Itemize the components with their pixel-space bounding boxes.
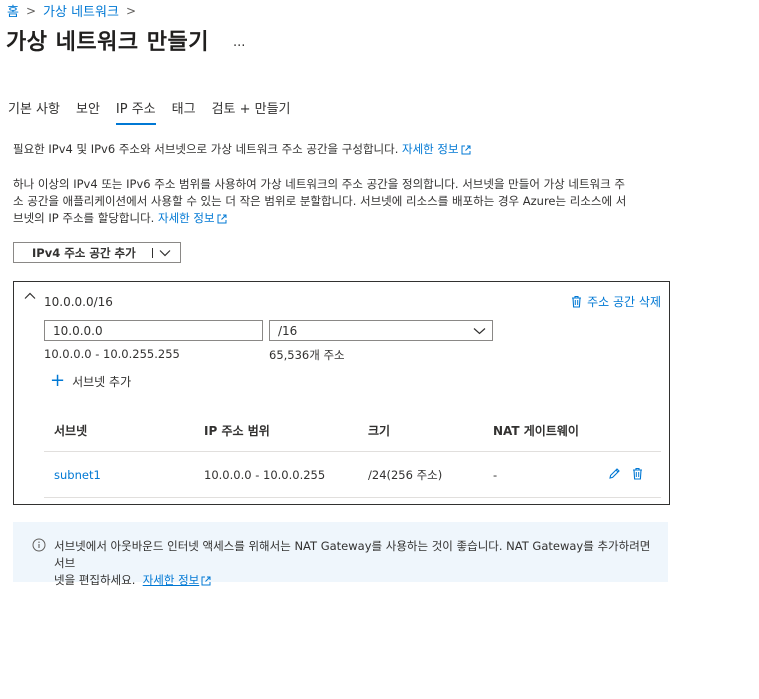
- trash-icon: [633, 467, 642, 480]
- tab-security[interactable]: 보안: [68, 96, 108, 125]
- plus-icon: +: [50, 370, 66, 391]
- table-row: subnet1 10.0.0.0 - 10.0.0.255 /24(256 주소…: [44, 452, 661, 498]
- chevron-up-icon[interactable]: [24, 292, 36, 300]
- intro-text-2b: 소 공간을 애플리케이션에서 사용할 수 있는 더 작은 범위로 분할합니다. …: [13, 194, 627, 208]
- breadcrumb-separator: >: [25, 3, 37, 18]
- intro-text-2a: 하나 이상의 IPv4 또는 IPv6 주소 범위를 사용하여 가상 네트워크의…: [13, 177, 625, 191]
- address-range-text: 10.0.0.0 - 10.0.255.255: [44, 347, 180, 361]
- intro-paragraph-2: 하나 이상의 IPv4 또는 IPv6 주소 범위를 사용하여 가상 네트워크의…: [13, 176, 673, 227]
- column-header-size: 크기: [368, 424, 391, 438]
- tab-ip-addresses[interactable]: IP 주소: [108, 96, 164, 125]
- start-address-input[interactable]: [44, 320, 263, 341]
- address-prefix-value: /16: [278, 323, 298, 338]
- chevron-down-icon: [473, 327, 486, 334]
- address-space-card: 10.0.0.0/16 주소 공간 삭제 /16 10.0.0.0 - 10.0…: [13, 281, 670, 505]
- breadcrumb-vnet-link[interactable]: 가상 네트워크: [43, 1, 119, 20]
- learn-more-link-1-label: 자세한 정보: [402, 142, 459, 156]
- add-ipv4-address-space-label: IPv4 주소 공간 추가: [32, 245, 136, 260]
- learn-more-link-2-label: 자세한 정보: [157, 211, 215, 225]
- title-row: 가상 네트워크 만들기 ...: [6, 24, 245, 56]
- intro-text-1: 필요한 IPv4 및 IPv6 주소와 서브넷으로 가상 네트워크 주소 공간을…: [13, 142, 399, 156]
- delete-subnet-button[interactable]: [632, 467, 643, 483]
- trash-icon: [572, 295, 582, 308]
- tab-tags[interactable]: 태그: [164, 96, 204, 125]
- tab-basics[interactable]: 기본 사항: [0, 96, 68, 125]
- subnet-size: /24(256 주소): [368, 467, 443, 482]
- pencil-icon: [609, 468, 620, 479]
- chevron-down-icon[interactable]: [159, 249, 171, 257]
- learn-more-link-1[interactable]: 자세한 정보: [402, 142, 471, 156]
- external-link-icon: [217, 214, 227, 223]
- add-ipv4-address-space-button[interactable]: IPv4 주소 공간 추가: [13, 242, 181, 263]
- info-message-text: 서브넷에서 아웃바운드 인터넷 액세스를 위해서는 NAT Gateway를 사…: [54, 538, 652, 589]
- edit-subnet-button[interactable]: [608, 467, 621, 483]
- column-header-subnet: 서브넷: [54, 424, 88, 438]
- subnet-table: 서브넷 IP 주소 범위 크기 NAT 게이트웨이 subnet1 10.0.0…: [44, 410, 661, 498]
- external-link-icon: [201, 576, 211, 585]
- intro-paragraph-1: 필요한 IPv4 및 IPv6 주소와 서브넷으로 가상 네트워크 주소 공간을…: [13, 141, 471, 158]
- intro-text-2c: 브넷의 IP 주소를 할당합니다.: [13, 211, 155, 225]
- delete-address-space-label: 주소 공간 삭제: [587, 295, 661, 309]
- external-link-icon: [461, 145, 471, 154]
- address-count-text: 65,536개 주소: [269, 348, 345, 362]
- breadcrumb-home-link[interactable]: 홈: [7, 1, 19, 20]
- delete-address-space-button[interactable]: 주소 공간 삭제: [571, 293, 661, 310]
- page-title: 가상 네트워크 만들기: [6, 30, 209, 55]
- info-text-b: 넷을 편집하세요.: [54, 573, 136, 587]
- more-options-button[interactable]: ...: [233, 35, 245, 50]
- tab-bar: 기본 사항 보안 IP 주소 태그 검토 + 만들기: [0, 96, 299, 125]
- tab-review-create[interactable]: 검토 + 만들기: [204, 96, 299, 125]
- info-learn-more-label: 자세한 정보: [142, 573, 200, 587]
- add-subnet-button[interactable]: + 서브넷 추가: [50, 372, 131, 390]
- learn-more-link-2[interactable]: 자세한 정보: [158, 211, 227, 225]
- column-header-ip-range: IP 주소 범위: [204, 424, 270, 438]
- info-message-bar: 서브넷에서 아웃바운드 인터넷 액세스를 위해서는 NAT Gateway를 사…: [13, 522, 668, 587]
- breadcrumb-separator: >: [125, 3, 136, 18]
- subnet-name-link[interactable]: subnet1: [54, 468, 101, 482]
- info-text-a: 서브넷에서 아웃바운드 인터넷 액세스를 위해서는 NAT Gateway를 사…: [54, 539, 651, 570]
- address-space-title: 10.0.0.0/16: [44, 295, 113, 309]
- column-header-nat-gateway: NAT 게이트웨이: [493, 424, 579, 438]
- subnet-ip-range: 10.0.0.0 - 10.0.0.255: [204, 467, 326, 482]
- info-learn-more-link[interactable]: 자세한 정보: [143, 573, 212, 587]
- breadcrumb: 홈 > 가상 네트워크 >: [7, 1, 143, 21]
- row-actions: [608, 467, 643, 483]
- address-prefix-select[interactable]: /16: [269, 320, 493, 341]
- add-subnet-label: 서브넷 추가: [72, 374, 132, 389]
- table-header-row: 서브넷 IP 주소 범위 크기 NAT 게이트웨이: [44, 410, 661, 452]
- split-divider: [151, 247, 153, 258]
- info-icon: [32, 538, 46, 552]
